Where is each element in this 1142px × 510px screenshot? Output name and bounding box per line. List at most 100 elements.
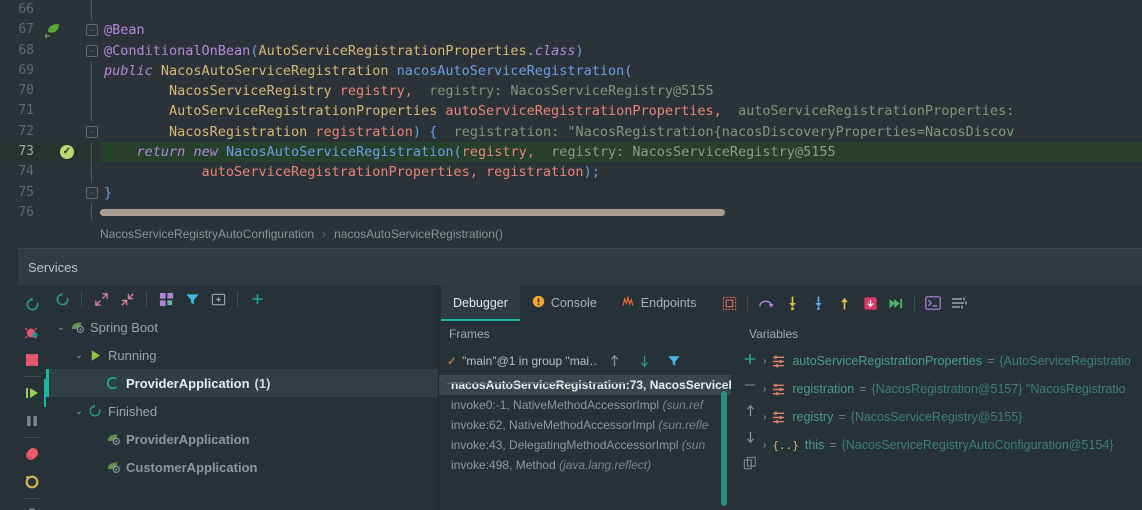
breakpoint-verified-icon[interactable]: ✓ — [60, 145, 74, 160]
frame-up-icon[interactable] — [601, 348, 627, 374]
var-this[interactable]: › {..} this = {NacosServiceRegistryAutoConfi… — [739, 431, 1142, 459]
var-registration[interactable]: › registration = {NacosRegistration@5157} "… — [739, 375, 1142, 403]
var-registry[interactable]: › registry = {NacosServiceRegistry@5155} — [739, 403, 1142, 431]
debug-bug-icon[interactable] — [18, 318, 46, 346]
step-into-icon[interactable] — [779, 290, 805, 316]
camera-icon[interactable] — [18, 501, 46, 510]
fold-collapse-icon[interactable]: − — [86, 125, 98, 138]
fold-collapse-icon[interactable]: − — [86, 186, 98, 199]
run-to-cursor-icon[interactable] — [883, 290, 909, 316]
code-token: new — [193, 144, 218, 161]
rerun-icon[interactable] — [18, 290, 46, 318]
frames-list[interactable]: nacosAutoServiceRegistration:73, NacosSe… — [439, 375, 731, 475]
variable-equals: = — [987, 354, 995, 368]
frame-filter-icon[interactable] — [661, 348, 687, 374]
code-line-73[interactable]: 73 ✓ return new NacosAutoServiceRegistrat… — [0, 142, 1142, 163]
code-line-69[interactable]: 69 public NacosAutoServiceRegistration na… — [0, 60, 1142, 82]
tab-console[interactable]: Console — [520, 285, 609, 321]
code-line-66[interactable]: 66 — [0, 0, 1142, 21]
code-line-67[interactable]: 67 − @Bean — [0, 20, 1142, 41]
code-line-74[interactable]: 74 autoServiceRegistrationProperties, re… — [0, 162, 1142, 183]
resume-program-icon[interactable] — [18, 379, 46, 407]
code-token: registration: "NacosRegistration{nacosDi… — [453, 123, 1015, 140]
chevron-down-icon[interactable]: ⌄ — [72, 350, 86, 361]
services-tree-item-provider-application-running[interactable]: ProviderApplication (1) — [46, 369, 438, 397]
settings-icon[interactable] — [946, 290, 972, 316]
record-icon[interactable] — [18, 440, 46, 468]
drop-frame-icon[interactable] — [857, 290, 883, 316]
fold-collapse-icon[interactable]: − — [86, 24, 98, 37]
show-layout-icon[interactable] — [154, 287, 178, 311]
variables-title: Variables — [749, 327, 799, 341]
code-token: public — [104, 62, 153, 79]
code-line-70[interactable]: 70 NacosServiceRegistry registry, regist… — [0, 81, 1142, 102]
force-step-into-icon[interactable] — [805, 290, 831, 316]
fold-collapse-icon[interactable]: − — [86, 44, 98, 57]
move-up-icon[interactable] — [739, 399, 761, 423]
field-icon — [772, 355, 785, 368]
chevron-down-icon[interactable]: ⌄ — [54, 322, 68, 333]
tab-endpoints[interactable]: Endpoints — [609, 285, 709, 321]
var-autoServiceRegistrationProperties[interactable]: › autoServiceRegistrationProperties = {Auto… — [739, 347, 1142, 375]
chevron-right-icon[interactable]: › — [763, 356, 766, 367]
code-editor[interactable]: 66 67− @Bean 68− @ConditionalOnBean(AutoServ… — [0, 0, 1142, 224]
code-line-68[interactable]: 68 − @ConditionalOnBean(AutoServiceRegistr… — [0, 40, 1142, 61]
frame-row-0[interactable]: nacosAutoServiceRegistration:73, NacosSe… — [439, 375, 731, 395]
code-token: ( — [624, 62, 633, 79]
code-line-72[interactable]: 72 − NacosRegistration registration) { re… — [0, 121, 1142, 143]
breadcrumb-class[interactable]: NacosServiceRegistryAutoConfiguration — [100, 227, 314, 241]
evaluate-expression-icon[interactable] — [920, 290, 946, 316]
chevron-right-icon[interactable]: › — [763, 412, 766, 423]
rerun-icon[interactable] — [50, 287, 74, 311]
breadcrumb[interactable]: NacosServiceRegistryAutoConfiguration › … — [0, 220, 1142, 248]
frame-row-3[interactable]: invoke:43, DelegatingMethodAccessorImpl … — [439, 435, 731, 455]
variables-panel: Variables › autoServiceRegistrationProper… — [739, 321, 1142, 510]
tab-debugger[interactable]: Debugger — [441, 285, 520, 321]
move-down-icon[interactable] — [739, 425, 761, 449]
add-watch-icon[interactable] — [739, 347, 761, 371]
frame-row-text: invoke:498, Method — [451, 458, 560, 472]
variable-value: {NacosServiceRegistryAutoConfiguration@5… — [841, 438, 1114, 452]
frames-vertical-scrollbar[interactable] — [721, 391, 727, 506]
step-over-icon[interactable] — [753, 290, 779, 316]
services-tree-item-spring-boot[interactable]: ⌄ Spring Boot — [46, 313, 438, 341]
frame-row-package: (sun — [681, 438, 706, 452]
thread-selector[interactable]: ✓ "main"@1 in group "mai… ▼ — [447, 354, 597, 368]
frame-row-4[interactable]: invoke:498, Method (java.lang.reflect) — [439, 455, 731, 475]
stop-icon[interactable] — [18, 346, 46, 374]
code-line-75[interactable]: 75 −} — [0, 182, 1142, 203]
chevron-right-icon[interactable]: › — [763, 440, 766, 451]
remove-watch-icon[interactable] — [739, 373, 761, 397]
chevron-down-icon[interactable]: ⌄ — [72, 406, 86, 417]
services-tool-window-header[interactable]: Services — [18, 248, 1142, 285]
frame-down-icon[interactable] — [631, 348, 657, 374]
services-tree-item-customer-application-finished[interactable]: CustomerApplication — [46, 453, 438, 481]
profiler-icon[interactable] — [18, 468, 46, 496]
frame-row-2[interactable]: invoke:62, NativeMethodAccessorImpl (sun… — [439, 415, 731, 435]
spring-bean-gutter-icon[interactable] — [44, 22, 62, 39]
spring-leaf-icon — [68, 320, 86, 334]
copy-icon[interactable] — [739, 451, 761, 475]
code-text: } — [100, 183, 1142, 203]
chevron-right-icon[interactable]: › — [763, 384, 766, 395]
services-tree-item-finished[interactable]: ⌄ Finished — [46, 397, 438, 425]
step-out-icon[interactable] — [831, 290, 857, 316]
services-tree-item-provider-application-finished[interactable]: ProviderApplication — [46, 425, 438, 453]
variables-list[interactable]: › autoServiceRegistrationProperties = {Auto… — [739, 347, 1142, 459]
frame-row-1[interactable]: invoke0:-1, NativeMethodAccessorImpl (su… — [439, 395, 731, 415]
collapse-all-icon[interactable] — [115, 287, 139, 311]
services-tree-item-running[interactable]: ⌄ Running — [46, 341, 438, 369]
editor-horizontal-scrollbar[interactable] — [100, 209, 725, 216]
fold-guide-line — [91, 162, 92, 183]
add-tab-icon[interactable] — [206, 287, 230, 311]
expand-all-icon[interactable] — [89, 287, 113, 311]
add-icon[interactable] — [245, 287, 269, 311]
variable-name: this — [804, 438, 825, 452]
code-line-71[interactable]: 71 AutoServiceRegistrationProperties aut… — [0, 101, 1142, 122]
settings-layout-icon[interactable] — [716, 290, 742, 316]
code-token: nacosAutoServiceRegistration — [396, 62, 625, 79]
pause-program-icon[interactable] — [18, 407, 46, 435]
filter-icon[interactable] — [180, 287, 204, 311]
breadcrumb-method[interactable]: nacosAutoServiceRegistration() — [334, 227, 503, 241]
